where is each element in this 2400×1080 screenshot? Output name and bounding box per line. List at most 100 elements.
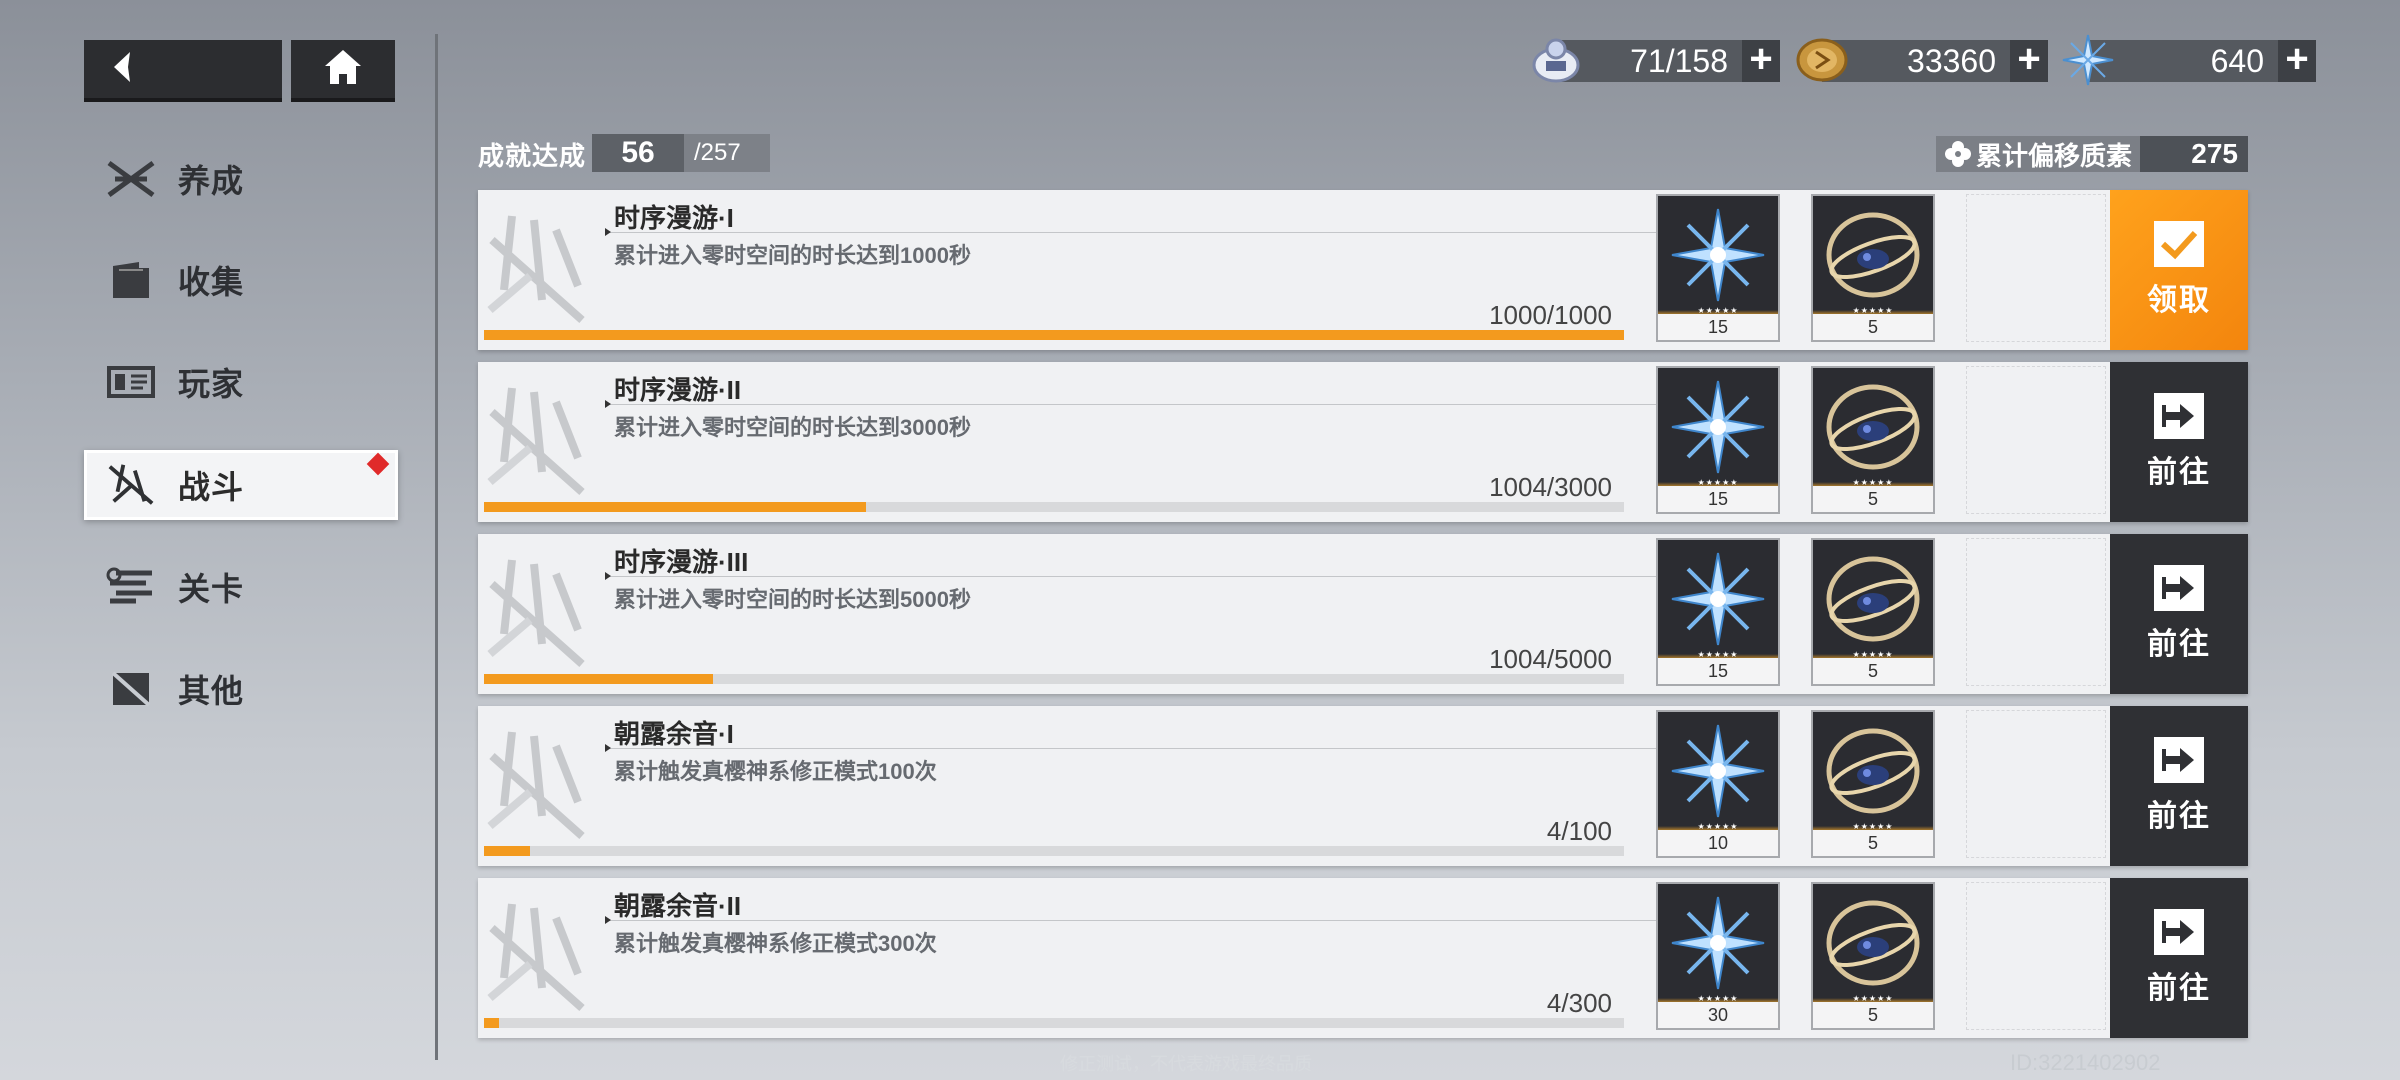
title-divider xyxy=(606,920,1756,921)
add-stamina-button[interactable]: + xyxy=(1742,39,1780,82)
title-marker xyxy=(605,228,611,236)
crystal-icon xyxy=(1658,368,1778,486)
crystal-icon xyxy=(1658,196,1778,314)
stamina-icon xyxy=(1528,32,1584,88)
reward-item-ring[interactable]: ★★★★★ 5 xyxy=(1811,710,1935,858)
reward-count: 30 xyxy=(1658,1002,1778,1028)
title-marker xyxy=(605,916,611,924)
achievement-title: 朝露余音·II xyxy=(614,891,742,921)
title-divider xyxy=(606,404,1756,405)
progress-text: 1004/5000 xyxy=(1489,644,1612,674)
clover-icon xyxy=(1944,140,1972,168)
check-icon xyxy=(2154,221,2204,267)
progress-text: 1000/1000 xyxy=(1489,300,1612,330)
stamina-counter: 71/158 + xyxy=(1556,39,1780,82)
battle-watermark-icon xyxy=(482,554,592,679)
progress-text: 4/300 xyxy=(1546,988,1612,1018)
ring-artifact-icon xyxy=(1813,712,1933,830)
achievement-description: 累计触发真樱神系修正模式100次 xyxy=(614,759,937,784)
back-button[interactable] xyxy=(84,40,282,102)
add-crystal-button[interactable]: + xyxy=(2278,39,2316,82)
sidebar-item-other[interactable]: 其他 xyxy=(84,654,398,724)
add-coin-button[interactable]: + xyxy=(2010,39,2048,82)
home-button[interactable] xyxy=(291,40,395,102)
battle-watermark-icon xyxy=(482,898,592,1023)
sidebar-divider xyxy=(435,34,438,1060)
reward-item-crystal[interactable]: ★★★★★ 15 xyxy=(1656,194,1780,342)
achievement-counter: 56 /257 xyxy=(592,134,770,172)
reward-count: 5 xyxy=(1813,486,1933,512)
sidebar-item-label: 其他 xyxy=(178,673,245,709)
reward-item-ring[interactable]: ★★★★★ 5 xyxy=(1811,882,1935,1030)
go-button[interactable]: 前往 xyxy=(2110,534,2248,694)
reward-item-crystal[interactable]: ★★★★★ 10 xyxy=(1656,710,1780,858)
go-button[interactable]: 前往 xyxy=(2110,706,2248,866)
stages-icon xyxy=(106,565,156,609)
action-label: 前往 xyxy=(2147,972,2211,1005)
title-divider xyxy=(606,576,1756,577)
title-divider xyxy=(606,232,1756,233)
offset-counter: 累计偏移质素 275 xyxy=(1936,136,2248,172)
empty-reward-slot xyxy=(1966,366,2106,514)
sidebar-item-cultivation[interactable]: 养成 xyxy=(84,144,398,214)
progress-bar xyxy=(484,330,1624,340)
battle-watermark-icon xyxy=(482,726,592,851)
go-button[interactable]: 前往 xyxy=(2110,362,2248,522)
battle-watermark-icon xyxy=(482,210,592,335)
reward-item-ring[interactable]: ★★★★★ 5 xyxy=(1811,538,1935,686)
progress-text: 1004/3000 xyxy=(1489,472,1612,502)
achievement-row: 朝露余音·II 累计触发真樱神系修正模式300次 4/300 ★★★★★ 30 … xyxy=(478,878,2248,1038)
crystal-icon xyxy=(1658,884,1778,1002)
achievement-title: 时序漫游·II xyxy=(614,375,742,405)
achievement-description: 累计进入零时空间的时长达到5000秒 xyxy=(614,587,971,612)
action-label: 前往 xyxy=(2147,628,2211,661)
reward-item-ring[interactable]: ★★★★★ 5 xyxy=(1811,194,1935,342)
sidebar-item-label: 玩家 xyxy=(178,366,245,402)
achievement-description: 累计进入零时空间的时长达到3000秒 xyxy=(614,415,971,440)
ring-artifact-icon xyxy=(1813,540,1933,658)
test-disclaimer: 修正测试，不代表游戏最终品质 xyxy=(1060,1054,1312,1074)
claim-button[interactable]: 领取 xyxy=(2110,190,2248,350)
sidebar-item-label: 关卡 xyxy=(178,571,245,607)
reward-item-crystal[interactable]: ★★★★★ 30 xyxy=(1656,882,1780,1030)
battle-watermark-icon xyxy=(482,382,592,507)
empty-reward-slot xyxy=(1966,710,2106,858)
home-icon xyxy=(323,48,363,91)
title-marker xyxy=(605,400,611,408)
coin-counter: 33360 + xyxy=(1822,39,2048,82)
offset-value: 275 xyxy=(2140,136,2248,172)
achievement-title: 时序漫游·I xyxy=(614,203,734,233)
reward-item-crystal[interactable]: ★★★★★ 15 xyxy=(1656,538,1780,686)
progress-bar xyxy=(484,502,1624,512)
sidebar-item-collection[interactable]: 收集 xyxy=(84,245,398,315)
achievement-title: 时序漫游·III xyxy=(614,547,749,577)
progress-bar-fill xyxy=(484,330,1624,340)
progress-bar-fill xyxy=(484,674,713,684)
progress-text: 4/100 xyxy=(1546,816,1612,846)
sidebar-item-battle[interactable]: 战斗 xyxy=(84,450,398,520)
achievement-row: 朝露余音·I 累计触发真樱神系修正模式100次 4/100 ★★★★★ 10 ★… xyxy=(478,706,2248,866)
battle-icon xyxy=(106,463,156,507)
notification-badge xyxy=(366,452,390,476)
reward-count: 5 xyxy=(1813,1002,1933,1028)
reward-item-crystal[interactable]: ★★★★★ 15 xyxy=(1656,366,1780,514)
reward-count: 5 xyxy=(1813,314,1933,340)
sidebar-item-player[interactable]: 玩家 xyxy=(84,347,398,417)
progress-bar xyxy=(484,1018,1624,1028)
go-button[interactable]: 前往 xyxy=(2110,878,2248,1038)
id-card-icon xyxy=(106,360,156,404)
crossed-blades-icon xyxy=(106,157,156,201)
progress-bar xyxy=(484,674,1624,684)
achieved-count: 56 xyxy=(592,134,684,172)
crystal-icon xyxy=(2060,32,2116,88)
crystal-icon xyxy=(1658,712,1778,830)
achievement-label: 成就达成 xyxy=(478,141,587,171)
sidebar-item-stages[interactable]: 关卡 xyxy=(84,552,398,622)
reward-count: 5 xyxy=(1813,658,1933,684)
ring-artifact-icon xyxy=(1813,884,1933,1002)
achievement-description: 累计进入零时空间的时长达到1000秒 xyxy=(614,243,971,268)
reward-item-ring[interactable]: ★★★★★ 5 xyxy=(1811,366,1935,514)
achievement-row: 时序漫游·II 累计进入零时空间的时长达到3000秒 1004/3000 ★★★… xyxy=(478,362,2248,522)
reward-count: 5 xyxy=(1813,830,1933,856)
arrow-right-icon xyxy=(2154,909,2204,955)
